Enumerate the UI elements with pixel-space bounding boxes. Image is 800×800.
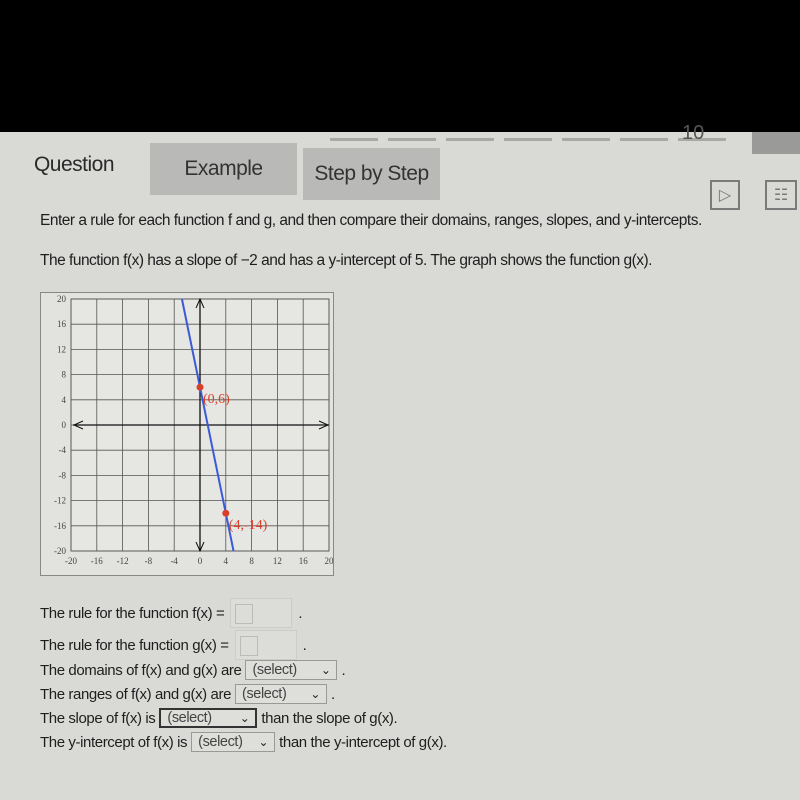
tab-example[interactable]: Example (150, 143, 297, 195)
slope-label: The slope of f(x) is (40, 709, 156, 727)
f-rule-input[interactable] (230, 598, 293, 628)
y-tick-label: 12 (57, 344, 66, 354)
x-tick-label: 4 (224, 556, 229, 566)
progress-step[interactable] (562, 138, 610, 141)
progress-step[interactable] (388, 138, 436, 141)
period: . (302, 636, 307, 654)
graph-g: -20 -16 -12 -8 -4 0 4 8 12 16 20 20 16 12 8 4 0 -4 -8 -12 -1… (40, 292, 334, 576)
y-tick-label: -8 (59, 470, 67, 480)
select-value: (select) (167, 710, 212, 726)
y-tick-label: 16 (57, 319, 67, 329)
yint-label: The y-intercept of f(x) is (40, 733, 188, 751)
chevron-down-icon: ⌄ (310, 687, 321, 701)
x-tick-label: -12 (117, 556, 129, 566)
period: . (331, 685, 335, 703)
play-icon[interactable]: ▷ (710, 180, 740, 210)
ranges-label: The ranges of f(x) and g(x) are (40, 685, 232, 703)
chevron-down-icon: ⌄ (239, 711, 250, 725)
chevron-down-icon: ⌄ (320, 663, 331, 677)
domains-row: The domains of f(x) and g(x) are (select… (40, 660, 346, 680)
y-tick-label: -16 (54, 521, 66, 531)
x-tick-label: 16 (299, 556, 309, 566)
tab-step-by-step[interactable]: Step by Step (303, 148, 440, 200)
period: . (298, 604, 303, 622)
y-tick-label: -20 (54, 546, 66, 556)
y-tick-label: -4 (59, 445, 67, 455)
slope-row: The slope of f(x) is (select) ⌄ than the … (40, 708, 398, 728)
data-point (196, 383, 204, 391)
y-tick-label: 0 (62, 420, 67, 430)
g-rule-input[interactable] (234, 630, 297, 660)
progress-step[interactable] (446, 138, 494, 141)
chevron-down-icon: ⌄ (258, 735, 269, 749)
slope-select[interactable]: (select) ⌄ (159, 708, 258, 728)
instruction-line-1: Enter a rule for each function f and g, … (40, 212, 702, 229)
x-tick-label: 8 (249, 556, 254, 566)
slope-suffix: than the slope of g(x). (261, 709, 398, 727)
g-rule-row: The rule for the function g(x) = . (40, 630, 307, 660)
select-value: (select) (252, 662, 297, 678)
progress-step[interactable] (620, 138, 668, 141)
ranges-select[interactable]: (select) ⌄ (235, 684, 328, 704)
point-label: (0,6) (203, 392, 230, 407)
yint-row: The y-intercept of f(x) is (select) ⌄ tha… (40, 732, 447, 752)
ranges-row: The ranges of f(x) and g(x) are (select)… (40, 684, 335, 704)
x-tick-label: 12 (273, 556, 282, 566)
x-tick-label: -20 (65, 556, 77, 566)
next-button[interactable] (752, 132, 800, 154)
chart-svg: -20 -16 -12 -8 -4 0 4 8 12 16 20 20 16 12 8 4 0 -4 -8 -12 -1… (54, 294, 334, 566)
domains-label: The domains of f(x) and g(x) are (40, 661, 242, 679)
x-tick-label: -4 (170, 556, 178, 566)
f-rule-label: The rule for the function f(x) = (40, 604, 225, 622)
x-tick-label: -8 (145, 556, 153, 566)
book-icon[interactable]: ☷ (765, 180, 797, 210)
tab-question[interactable]: Question (24, 140, 124, 190)
domains-select[interactable]: (select) ⌄ (245, 660, 338, 680)
instruction-line-2: The function f(x) has a slope of −2 and … (40, 252, 653, 269)
progress-step[interactable] (504, 138, 552, 141)
period: . (341, 661, 346, 679)
yint-suffix: than the y-intercept of g(x). (279, 733, 447, 751)
y-tick-label: 4 (62, 395, 67, 405)
y-tick-label: 20 (57, 294, 67, 304)
select-value: (select) (242, 686, 287, 702)
question-progress: 10 (330, 122, 750, 148)
select-value: (select) (198, 734, 243, 750)
f-rule-row: The rule for the function f(x) = . (40, 598, 303, 628)
y-tick-label: 8 (62, 370, 67, 380)
progress-number[interactable]: 10 (682, 122, 704, 145)
point-label: (4,-14) (229, 518, 268, 533)
g-rule-label: The rule for the function g(x) = (40, 636, 229, 654)
y-tick-label: -12 (54, 496, 66, 506)
progress-step[interactable] (330, 138, 378, 141)
x-tick-label: -16 (91, 556, 103, 566)
top-black-bar (0, 0, 800, 132)
data-point (222, 509, 230, 517)
yint-select[interactable]: (select) ⌄ (191, 732, 276, 752)
x-tick-label: 0 (198, 556, 203, 566)
x-tick-label: 20 (325, 556, 334, 566)
